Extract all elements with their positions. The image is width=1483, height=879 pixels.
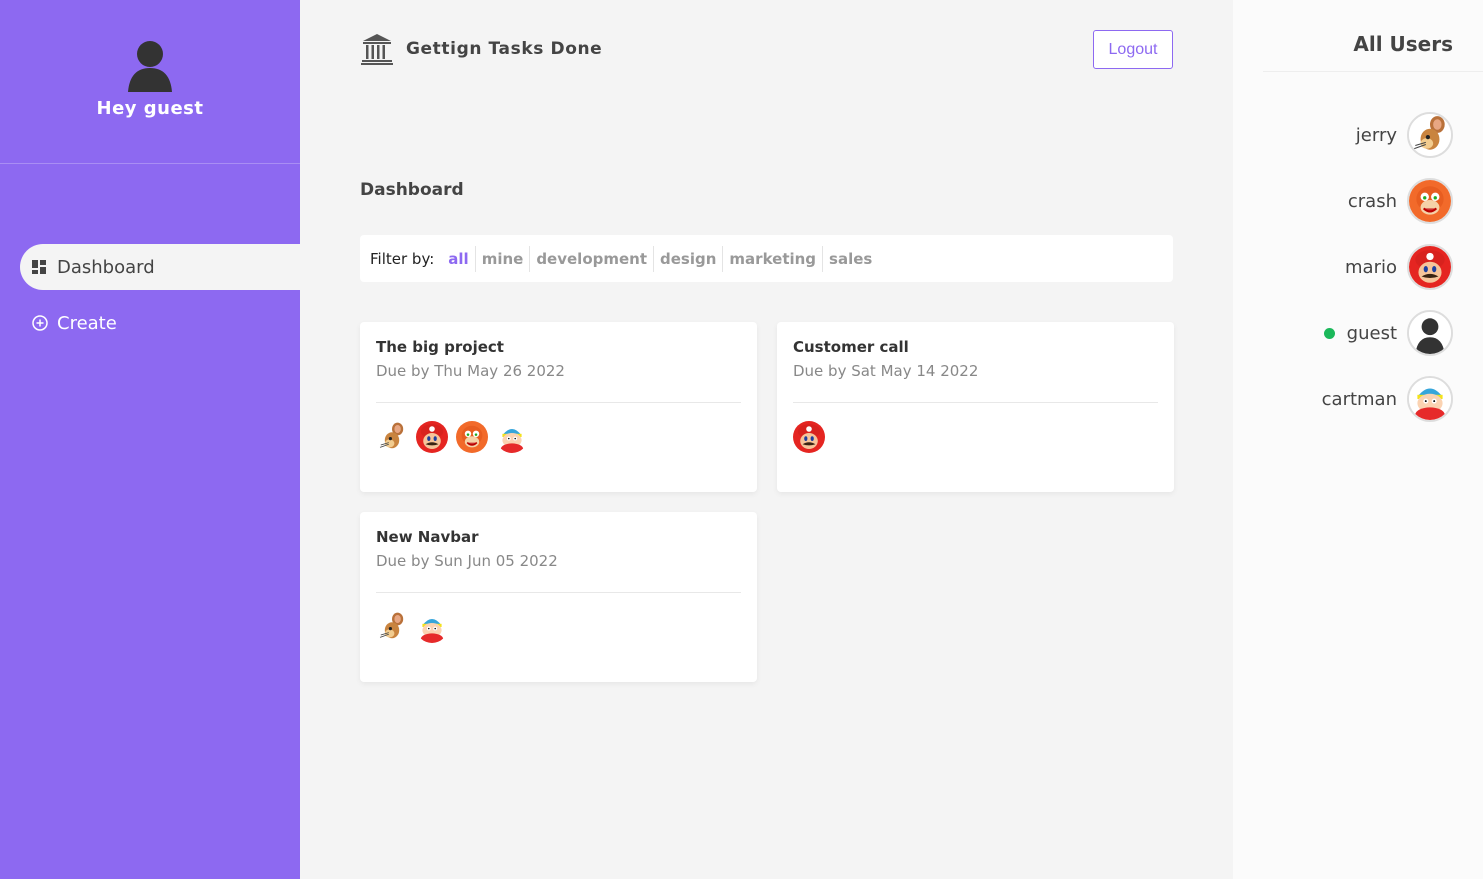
avatar-jerry — [1407, 112, 1453, 158]
avatar-mario — [416, 421, 448, 453]
project-card[interactable]: New Navbar Due by Sun Jun 05 2022 — [360, 512, 757, 682]
users-panel-divider — [1263, 71, 1483, 72]
filter-option-design[interactable]: design — [654, 245, 724, 272]
users-panel: All Users jerry crash mario guest cartma… — [1233, 0, 1483, 879]
brand[interactable]: Gettign Tasks Done — [360, 32, 602, 66]
greeting: Hey guest — [96, 98, 204, 119]
avatar-cartman — [496, 421, 528, 453]
user-name: cartman — [1321, 388, 1397, 410]
add-circle-icon — [32, 315, 48, 331]
avatar-mario — [793, 421, 825, 453]
avatar-guest — [1407, 310, 1453, 356]
logout-button[interactable]: Logout — [1093, 30, 1173, 69]
temple-logo-icon — [361, 34, 393, 65]
avatar-jerry — [376, 421, 408, 453]
project-card[interactable]: The big project Due by Thu May 26 2022 — [360, 322, 757, 492]
user-list-item[interactable]: cartman — [1322, 376, 1453, 422]
assigned-users — [793, 421, 1158, 453]
sidebar-nav: Dashboard Create — [0, 244, 300, 346]
avatar-cartman — [416, 611, 448, 643]
filter-option-marketing[interactable]: marketing — [723, 245, 824, 272]
topbar: Gettign Tasks Done Logout — [360, 30, 1173, 70]
project-filter: Filter by: all mine development design m… — [360, 235, 1173, 282]
assigned-users — [376, 421, 741, 453]
main-content: Gettign Tasks Done Logout Dashboard Filt… — [300, 0, 1233, 879]
page-title: Dashboard — [360, 180, 464, 200]
avatar-mario — [1407, 244, 1453, 290]
sidebar-item-label: Create — [57, 312, 117, 334]
filter-label: Filter by: — [370, 249, 435, 268]
filter-option-mine[interactable]: mine — [476, 245, 531, 272]
user-list-item[interactable]: mario — [1345, 244, 1453, 290]
project-name: New Navbar — [376, 528, 479, 546]
user-name: mario — [1345, 256, 1397, 278]
user-name: crash — [1347, 190, 1397, 212]
project-card[interactable]: Customer call Due by Sat May 14 2022 — [777, 322, 1174, 492]
user-name: jerry — [1355, 124, 1397, 146]
avatar-crash — [1407, 178, 1453, 224]
users-panel-title: All Users — [1353, 32, 1453, 56]
project-due-date: Due by Sun Jun 05 2022 — [376, 552, 558, 570]
card-divider — [793, 402, 1158, 403]
user-silhouette-icon — [128, 41, 172, 92]
project-due-date: Due by Thu May 26 2022 — [376, 362, 565, 380]
card-divider — [376, 592, 741, 593]
avatar-jerry — [376, 611, 408, 643]
project-due-date: Due by Sat May 14 2022 — [793, 362, 979, 380]
filter-option-sales[interactable]: sales — [823, 246, 878, 272]
user-list-item[interactable]: guest — [1323, 310, 1453, 356]
dashboard-icon — [32, 260, 46, 274]
sidebar-item-label: Dashboard — [57, 256, 155, 278]
user-name: guest — [1346, 322, 1397, 344]
assigned-users — [376, 611, 741, 643]
project-name: Customer call — [793, 338, 909, 356]
filter-option-development[interactable]: development — [530, 245, 655, 272]
project-name: The big project — [376, 338, 504, 356]
app-title: Gettign Tasks Done — [406, 39, 603, 59]
user-list-item[interactable]: jerry — [1356, 112, 1453, 158]
online-status-icon — [1323, 327, 1335, 339]
filter-option-all[interactable]: all — [442, 245, 476, 272]
card-divider — [376, 402, 741, 403]
sidebar: Hey guest Dashboard Create — [0, 0, 300, 879]
sidebar-item-dashboard[interactable]: Dashboard — [20, 244, 300, 290]
avatar-crash — [456, 421, 488, 453]
sidebar-item-create[interactable]: Create — [20, 300, 300, 346]
avatar-cartman — [1407, 376, 1453, 422]
sidebar-user: Hey guest — [0, 0, 300, 164]
user-list-item[interactable]: crash — [1348, 178, 1453, 224]
